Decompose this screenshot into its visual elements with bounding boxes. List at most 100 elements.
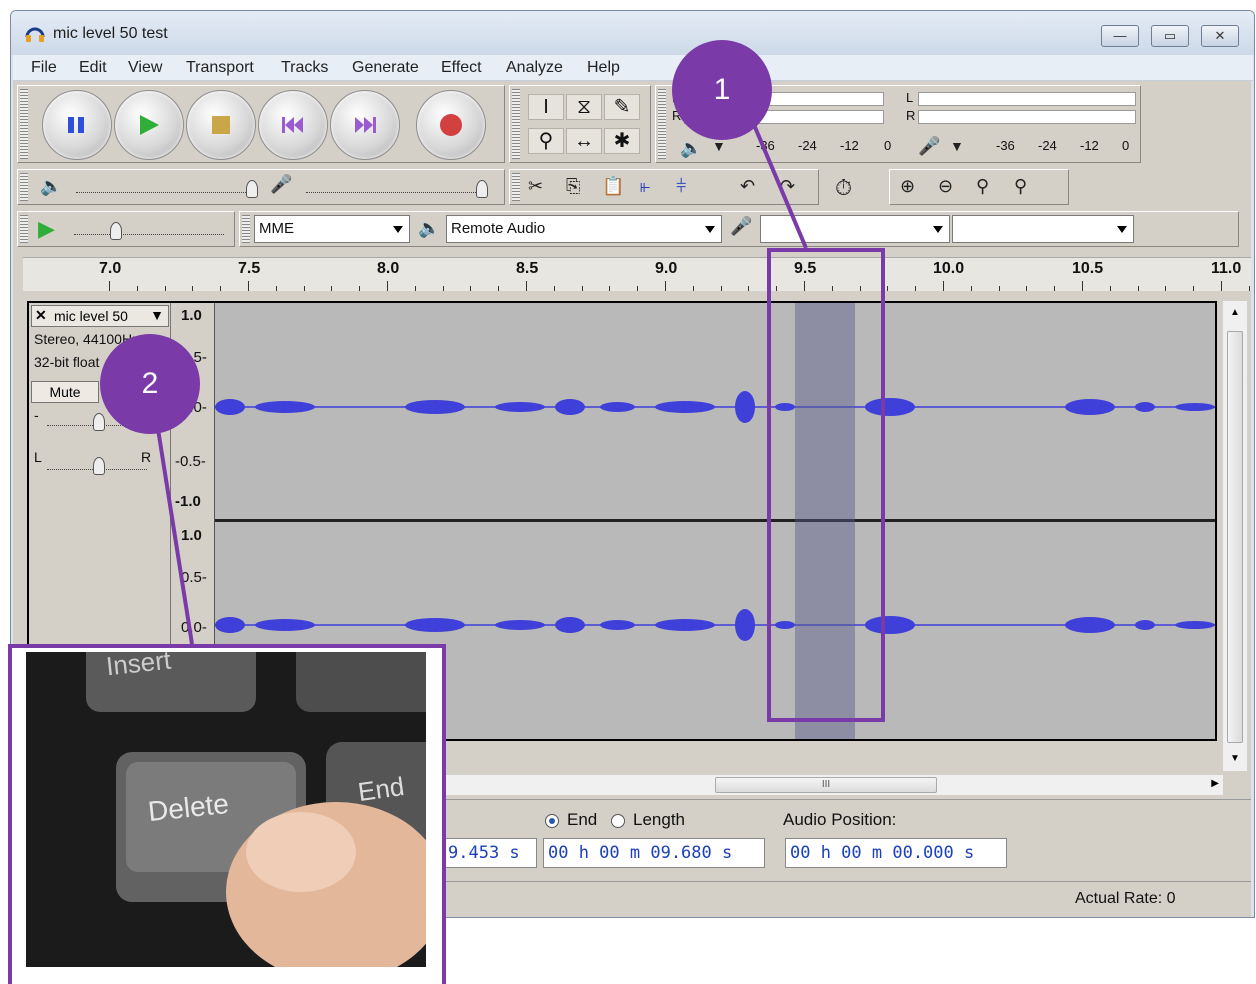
- input-channels-select[interactable]: [952, 215, 1134, 243]
- playback-volume-slider[interactable]: [246, 180, 258, 198]
- mixer-toolbar: 🔈 🎤: [17, 169, 505, 205]
- menu-transport[interactable]: Transport: [186, 59, 254, 77]
- menu-view[interactable]: View: [128, 59, 162, 77]
- pan-slider[interactable]: [93, 457, 105, 475]
- close-track-icon[interactable]: ✕: [35, 307, 47, 324]
- delete-key-photo: Delete End Insert: [26, 652, 426, 967]
- undo-icon[interactable]: ↶: [740, 176, 755, 197]
- toolbar-grip[interactable]: [20, 173, 28, 201]
- magnifier-icon: ⚲: [538, 130, 554, 152]
- track-name-menu[interactable]: ✕ mic level 50 ▼: [31, 305, 169, 327]
- speed-slider[interactable]: [110, 222, 122, 240]
- scroll-right-icon[interactable]: ▶: [1211, 778, 1219, 789]
- play-icon: [115, 91, 183, 159]
- toolbar-grip[interactable]: [242, 215, 250, 243]
- selection-start-field[interactable]: 9.453 s: [443, 838, 537, 868]
- ruler-tick: [553, 286, 555, 291]
- close-button[interactable]: ✕: [1201, 25, 1239, 47]
- menu-analyze[interactable]: Analyze: [506, 59, 563, 77]
- menu-edit[interactable]: Edit: [79, 59, 107, 77]
- record-meter-right[interactable]: [918, 110, 1136, 124]
- menu-help[interactable]: Help: [587, 59, 620, 77]
- playback-volume-track[interactable]: [76, 192, 252, 194]
- scroll-up-icon[interactable]: ▲: [1230, 307, 1240, 318]
- skip-end-icon: [331, 91, 399, 159]
- menu-file[interactable]: File: [31, 59, 57, 77]
- pause-button[interactable]: [42, 90, 112, 160]
- meter-scale-label: 0: [884, 138, 892, 153]
- ruler-tick: [109, 281, 110, 291]
- output-device-select[interactable]: Remote Audio: [446, 215, 722, 243]
- gain-slider[interactable]: [93, 413, 105, 431]
- ruler-tick: [136, 286, 138, 291]
- zoom-in-icon[interactable]: ⊕: [900, 176, 915, 197]
- recording-volume-slider[interactable]: [476, 180, 488, 198]
- mute-button[interactable]: Mute: [31, 381, 99, 403]
- menu-generate[interactable]: Generate: [352, 59, 419, 77]
- stop-button[interactable]: [186, 90, 256, 160]
- toolbar-grip[interactable]: [512, 173, 520, 201]
- menu-effect[interactable]: Effect: [441, 59, 482, 77]
- chevron-down-icon: ▼: [150, 307, 164, 323]
- zoom-out-icon[interactable]: ⊖: [938, 176, 953, 197]
- microphone-icon[interactable]: 🎤: [918, 136, 940, 157]
- trim-icon[interactable]: ⫦: [640, 176, 650, 197]
- skip-to-end-button[interactable]: [330, 90, 400, 160]
- record-meter-left[interactable]: [918, 92, 1136, 106]
- selection-end-field[interactable]: 00 h 00 m 09.680 s: [543, 838, 765, 868]
- maximize-button[interactable]: ▭: [1151, 25, 1189, 47]
- recording-volume-track[interactable]: [306, 192, 482, 194]
- envelope-tool[interactable]: ⧖: [566, 94, 602, 120]
- copy-icon[interactable]: ⎘: [566, 176, 580, 197]
- paste-icon[interactable]: 📋: [602, 176, 624, 197]
- waveform-segment: [655, 619, 715, 631]
- menu-bar: File Edit View Transport Tracks Generate…: [13, 55, 1253, 81]
- record-icon: [417, 91, 485, 159]
- play-at-speed-icon[interactable]: ▶: [38, 216, 55, 242]
- record-meter-menu-chevron-icon[interactable]: ▼: [950, 138, 964, 154]
- toolbar-grip[interactable]: [512, 89, 520, 159]
- length-radio[interactable]: [611, 814, 625, 828]
- fit-selection-icon[interactable]: ⚲: [976, 176, 989, 197]
- play-meter-menu-chevron-icon[interactable]: ▼: [712, 138, 726, 154]
- waveform-segment: [1175, 621, 1215, 629]
- skip-to-start-button[interactable]: [258, 90, 328, 160]
- cut-icon[interactable]: ✂: [528, 176, 543, 197]
- vertical-scroll-thumb[interactable]: [1227, 331, 1243, 743]
- zoom-tool[interactable]: ⚲: [528, 128, 564, 154]
- waveform-segment: [215, 617, 245, 633]
- selection-tool[interactable]: I: [528, 94, 564, 120]
- multi-tool[interactable]: ✱: [604, 128, 640, 154]
- ruler-label: 7.5: [238, 260, 261, 277]
- audio-position-field[interactable]: 00 h 00 m 00.000 s: [785, 838, 1007, 868]
- input-device-select[interactable]: [760, 215, 950, 243]
- silence-icon[interactable]: ⫩: [676, 176, 686, 197]
- host-select[interactable]: MME: [254, 215, 410, 243]
- toolbar-grip[interactable]: [20, 215, 28, 243]
- ruler-tick: [526, 281, 527, 291]
- toolbar-grip[interactable]: [20, 89, 28, 159]
- scroll-down-icon[interactable]: ▼: [1230, 753, 1240, 764]
- sync-lock-icon[interactable]: ⏱: [835, 175, 852, 201]
- ruler-label: 11.0: [1211, 260, 1242, 277]
- time-shift-tool[interactable]: ↔: [566, 128, 602, 154]
- menu-tracks[interactable]: Tracks: [281, 59, 328, 77]
- horizontal-scroll-thumb[interactable]: III: [715, 777, 937, 793]
- fit-project-icon[interactable]: ⚲: [1014, 176, 1027, 197]
- draw-tool[interactable]: ✎: [604, 94, 640, 120]
- scale-label: -1.0: [175, 493, 201, 510]
- toolbar-grip[interactable]: [658, 89, 666, 159]
- minimize-button[interactable]: —: [1101, 25, 1139, 47]
- end-radio[interactable]: [545, 814, 559, 828]
- play-button[interactable]: [114, 90, 184, 160]
- vertical-scrollbar[interactable]: ▲ ▼: [1223, 301, 1247, 771]
- ruler-tick: [609, 286, 611, 291]
- selection-highlight-box: [767, 248, 885, 722]
- speaker-icon[interactable]: 🔈: [680, 138, 702, 159]
- waveform-segment: [1135, 620, 1155, 630]
- scale-label: 1.0: [181, 527, 202, 544]
- record-button[interactable]: [416, 90, 486, 160]
- timeline-ruler[interactable]: 7.0 7.5 8.0 8.5 9.0 9.5 10.0 10.5 11.0: [23, 257, 1251, 291]
- speed-track[interactable]: [74, 234, 224, 236]
- redo-icon[interactable]: ↷: [780, 176, 795, 197]
